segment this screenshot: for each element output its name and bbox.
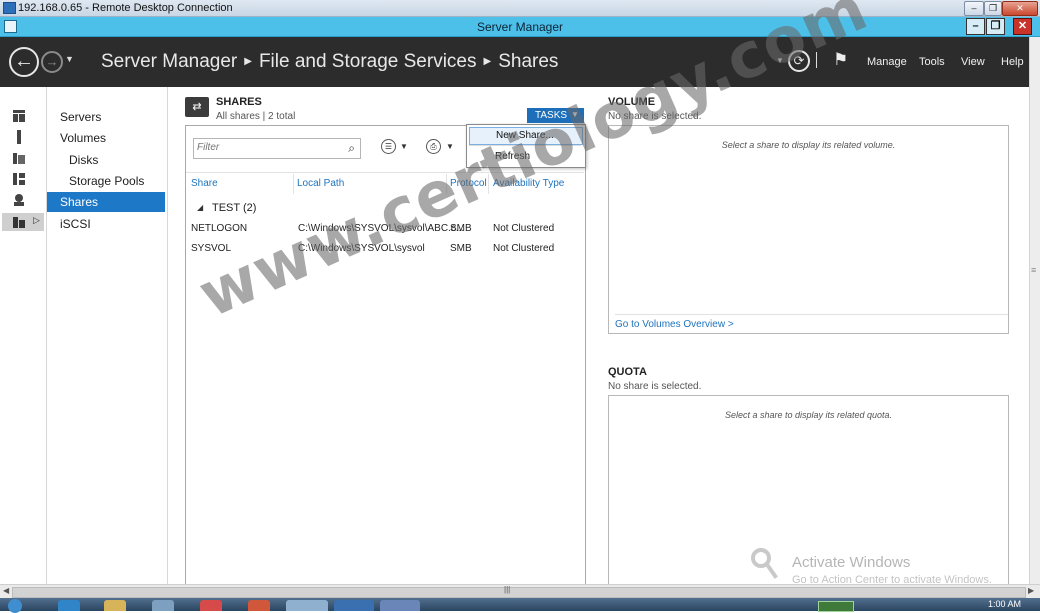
forward-arrow-icon[interactable]: → [41, 51, 63, 73]
app-header: ← → ▼ Server Manager ▶ File and Storage Se… [0, 37, 1029, 87]
file-services-icon[interactable] [12, 172, 26, 186]
quota-subtitle: No share is selected. [608, 381, 702, 392]
volume-message: Select a share to display its related vo… [721, 140, 896, 150]
battery-icon[interactable] [818, 601, 854, 612]
list-options-icon[interactable]: ☰ [381, 139, 396, 154]
app-taskbar-icon[interactable] [200, 600, 222, 611]
explorer-taskbar-icon[interactable] [104, 600, 126, 611]
dashboard-icon[interactable] [12, 109, 26, 123]
shares-icon: ⇄ [185, 97, 209, 117]
sidebar-item-volumes[interactable]: Volumes [47, 128, 165, 148]
rdp-title: 192.168.0.65 - Remote Desktop Connection [18, 2, 233, 14]
group-header[interactable]: TEST (2) [212, 202, 256, 214]
cell-availability: Not Clustered [493, 243, 555, 254]
quota-title: QUOTA [608, 366, 647, 378]
restore-button[interactable]: ❐ [986, 18, 1005, 35]
window-title: Server Manager [476, 20, 564, 34]
activate-windows-title: Activate Windows [792, 554, 911, 571]
clock[interactable]: 1:00 AM [988, 599, 1021, 609]
breadcrumb-item-file-storage[interactable]: File and Storage Services [259, 51, 477, 72]
rdp-app-icon [3, 2, 16, 14]
menu-help[interactable]: Help [1001, 56, 1024, 68]
cell-protocol: SMB [450, 243, 472, 254]
window-titlebar: Server Manager – ❐ ✕ [0, 17, 1040, 37]
column-header-local-path[interactable]: Local Path [297, 178, 344, 189]
storage-icon [13, 217, 25, 228]
expand-arrow-icon: ▷ [33, 215, 40, 225]
icon-strip: ▷ [0, 87, 47, 584]
scroll-left-icon[interactable]: ◀ [3, 586, 9, 595]
column-header-share[interactable]: Share [191, 178, 218, 189]
filter-box[interactable]: ⌕ [193, 138, 361, 159]
sidebar-item-storage-pools[interactable]: Storage Pools [47, 171, 165, 191]
local-server-icon[interactable] [12, 130, 26, 144]
scroll-right-icon[interactable]: ▶ [1028, 586, 1034, 595]
breadcrumb: Server Manager ▶ File and Storage Services… [101, 51, 558, 73]
list-options-dropdown-icon[interactable]: ▼ [400, 142, 408, 151]
shares-title: SHARES [216, 96, 262, 108]
volumes-overview-link-row: Go to Volumes Overview > [615, 314, 1008, 333]
app-taskbar-icon[interactable] [152, 600, 174, 611]
menu-manage[interactable]: Manage [867, 56, 907, 68]
column-separator [293, 174, 294, 194]
vertical-scrollbar[interactable]: ≡ [1029, 37, 1040, 584]
rdp-minimize-button[interactable]: – [964, 1, 984, 16]
group-collapse-icon[interactable]: ◢ [197, 203, 203, 212]
file-storage-services-icon[interactable]: ▷ [2, 213, 44, 231]
volumes-overview-link[interactable]: Go to Volumes Overview > [615, 319, 734, 330]
sidebar-item-disks[interactable]: Disks [47, 150, 165, 170]
filter-input[interactable] [194, 139, 337, 156]
sidebar-nav: Servers Volumes Disks Storage Pools Shar… [47, 87, 168, 584]
sidebar-item-iscsi[interactable]: iSCSI [47, 214, 165, 234]
menu-tools[interactable]: Tools [919, 56, 945, 68]
cell-availability: Not Clustered [493, 223, 555, 234]
app-taskbar-icon[interactable] [380, 600, 420, 611]
all-servers-icon[interactable] [12, 151, 26, 165]
breadcrumb-separator-icon: ▶ [483, 56, 492, 67]
cell-share: NETLOGON [191, 223, 248, 234]
back-arrow-icon[interactable]: ← [9, 47, 39, 77]
menu-view[interactable]: View [961, 56, 985, 68]
breadcrumb-item-server-manager[interactable]: Server Manager [101, 51, 237, 72]
sidebar-item-servers[interactable]: Servers [47, 107, 165, 127]
breadcrumb-separator-icon: ▶ [244, 56, 252, 67]
rdp-taskbar-icon[interactable] [286, 600, 328, 611]
rdp-restore-button[interactable]: ❐ [984, 1, 1002, 16]
close-button[interactable]: ✕ [1013, 18, 1032, 35]
volume-panel: Select a share to display its related vo… [608, 125, 1009, 334]
scroll-grip-icon: ||| [504, 585, 511, 594]
history-dropdown-icon[interactable]: ▼ [65, 54, 74, 64]
taskbar: 1:00 AM [0, 598, 1040, 613]
word-taskbar-icon[interactable] [334, 600, 374, 611]
save-query-icon[interactable]: ⎙ [426, 139, 441, 154]
breadcrumb-item-shares[interactable]: Shares [498, 51, 558, 72]
quota-message: Select a share to display its related qu… [724, 410, 893, 420]
key-icon [751, 548, 778, 579]
scrollbar-thumb[interactable] [12, 587, 1026, 598]
shares-subtitle: All shares | 2 total [216, 111, 296, 122]
sidebar-item-shares[interactable]: Shares [47, 192, 165, 212]
minimize-button[interactable]: – [966, 18, 985, 35]
search-icon[interactable]: ⌕ [348, 141, 355, 156]
horizontal-scrollbar[interactable]: ◀ ||| ▶ [0, 584, 1040, 599]
rdp-close-button[interactable]: ✕ [1002, 1, 1038, 16]
app-taskbar-icon[interactable] [248, 600, 270, 611]
rdp-titlebar: 192.168.0.65 - Remote Desktop Connection… [0, 0, 1040, 17]
scroll-grip-icon: ≡ [1031, 265, 1037, 275]
browser-taskbar-icon[interactable] [58, 600, 80, 611]
iis-icon[interactable] [12, 193, 26, 207]
